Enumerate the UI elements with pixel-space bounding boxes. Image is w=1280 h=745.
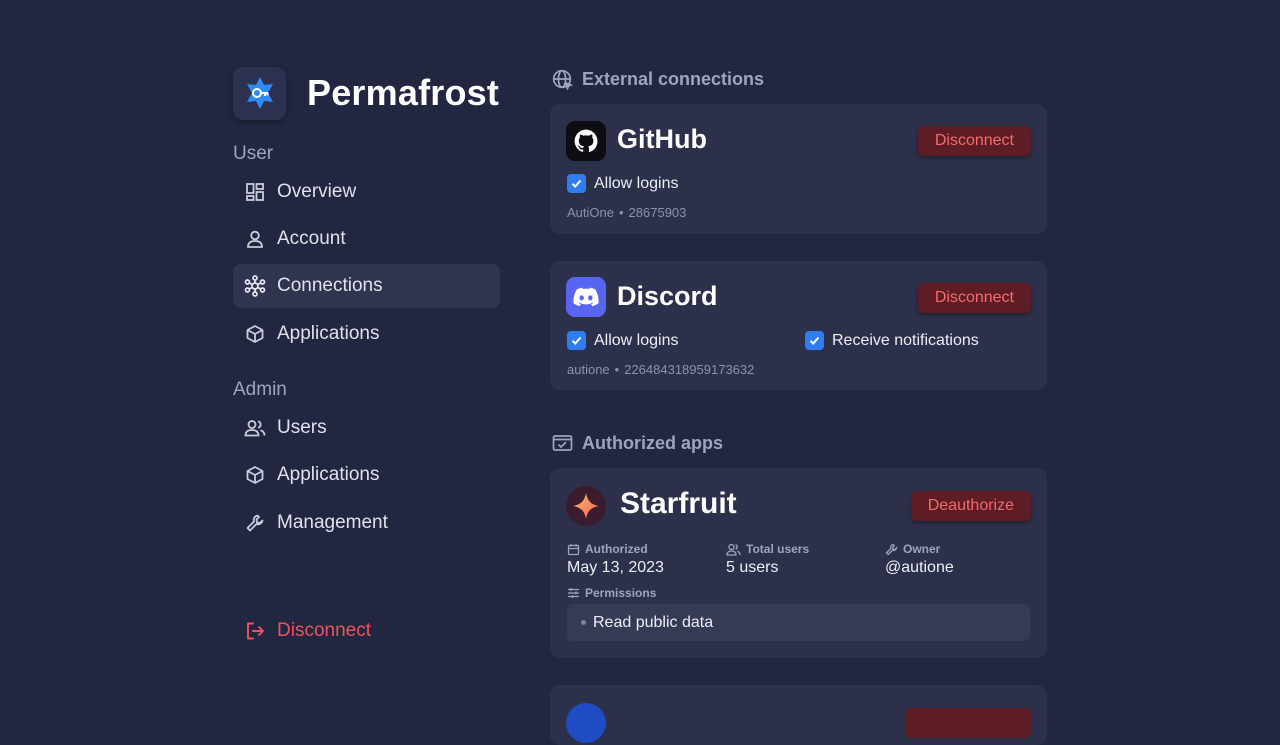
stat-value: 5 users <box>726 559 779 576</box>
sidebar-item-label: Users <box>277 417 327 438</box>
sliders-icon <box>568 588 579 598</box>
checkmark-icon <box>567 331 586 350</box>
allow-logins-checkbox[interactable]: Allow logins <box>567 174 678 193</box>
next-app-card-partial <box>550 685 1047 745</box>
sidebar-item-connections[interactable]: Connections <box>233 264 500 308</box>
section-title-user: User <box>233 143 274 164</box>
disconnect-discord-button[interactable]: Disconnect <box>917 283 1031 313</box>
logout-icon <box>244 620 266 642</box>
users-icon <box>244 417 266 439</box>
cube-icon <box>244 323 266 345</box>
app-name: Permafrost <box>307 72 500 113</box>
checkmark-icon <box>805 331 824 350</box>
sidebar: Permafrost User Overview Account Connect… <box>233 66 500 666</box>
sidebar-item-label: Management <box>277 512 388 533</box>
authorized-apps-heading: Authorized apps <box>551 432 723 454</box>
person-icon <box>244 228 266 250</box>
sidebar-item-label: Applications <box>277 464 380 485</box>
sidebar-item-admin-applications[interactable]: Applications <box>233 453 500 497</box>
service-name: Discord <box>617 281 718 311</box>
github-icon <box>566 121 606 161</box>
stat-value: @autione <box>885 559 954 576</box>
heading-text: Authorized apps <box>582 432 724 453</box>
starfruit-icon <box>566 486 606 526</box>
sidebar-item-account[interactable]: Account <box>233 217 500 261</box>
discord-icon <box>566 277 606 317</box>
authorized-date: Authorized May 13, 2023 <box>567 542 664 577</box>
sidebar-item-users[interactable]: Users <box>233 406 500 450</box>
section-title-admin: Admin <box>233 379 287 400</box>
deauthorize-button-partial[interactable] <box>905 708 1031 738</box>
sidebar-item-label: Applications <box>277 323 380 344</box>
cube-icon <box>244 464 266 486</box>
sidebar-item-label: Connections <box>277 275 383 296</box>
checkbox-label: Receive notifications <box>832 331 979 349</box>
deauthorize-starfruit-button[interactable]: Deauthorize <box>910 491 1031 521</box>
disconnect-github-button[interactable]: Disconnect <box>917 126 1031 156</box>
calendar-icon <box>567 543 580 555</box>
wrench-icon <box>244 512 266 534</box>
stat-label: Total users <box>746 542 810 556</box>
github-connection-card: GitHub Disconnect Allow logins AutiOne • 2… <box>550 104 1047 234</box>
owner: Owner @autione <box>885 542 954 577</box>
dashboard-icon <box>244 181 266 203</box>
discord-connection-card: Discord Disconnect Allow logins Receive … <box>550 261 1047 390</box>
connections-icon <box>244 275 266 297</box>
app-check-icon <box>551 432 573 454</box>
checkmark-icon <box>567 174 586 193</box>
sidebar-item-management[interactable]: Management <box>233 501 500 545</box>
sidebar-item-overview[interactable]: Overview <box>233 170 500 214</box>
external-connections-heading: External connections <box>551 68 764 90</box>
checkbox-label: Allow logins <box>594 331 679 349</box>
sidebar-item-label: Overview <box>277 181 357 202</box>
permission-text: Read public data <box>593 613 714 631</box>
globe-icon <box>551 68 573 90</box>
stat-label: Authorized <box>585 542 648 556</box>
bullet-icon <box>581 620 586 625</box>
account-username: autione <box>567 362 610 377</box>
stat-label: Permissions <box>585 586 657 600</box>
app-logo <box>233 66 286 120</box>
checkbox-label: Allow logins <box>594 174 679 192</box>
separator: • <box>618 205 624 220</box>
logout-button[interactable]: Disconnect <box>233 609 500 653</box>
permissions-label: Permissions <box>567 586 656 600</box>
wrench-icon <box>885 543 898 555</box>
snowflake-key-icon <box>246 77 273 109</box>
app-icon <box>566 703 606 743</box>
brand: Permafrost <box>233 66 500 120</box>
account-id: 28675903 <box>628 205 687 220</box>
starfruit-app-card: Starfruit Deauthorize Authorized May 13,… <box>550 468 1047 658</box>
sidebar-item-label: Account <box>277 228 346 249</box>
allow-logins-checkbox[interactable]: Allow logins <box>567 331 678 350</box>
separator: • <box>614 362 620 377</box>
logout-label: Disconnect <box>277 620 371 641</box>
sidebar-item-applications[interactable]: Applications <box>233 312 500 356</box>
users-icon <box>726 543 741 556</box>
total-users: Total users 5 users <box>726 542 809 577</box>
permission-item: Read public data <box>567 604 1030 641</box>
receive-notifications-checkbox[interactable]: Receive notifications <box>805 331 979 350</box>
account-username: AutiOne <box>567 205 614 220</box>
account-meta: autione • 226484318959173632 <box>567 362 754 377</box>
stat-label: Owner <box>903 542 941 556</box>
stat-value: May 13, 2023 <box>567 559 664 576</box>
account-meta: AutiOne • 28675903 <box>567 205 686 220</box>
account-id: 226484318959173632 <box>624 362 755 377</box>
app-name: Starfruit <box>620 487 737 520</box>
heading-text: External connections <box>582 68 765 89</box>
service-name: GitHub <box>617 124 707 154</box>
